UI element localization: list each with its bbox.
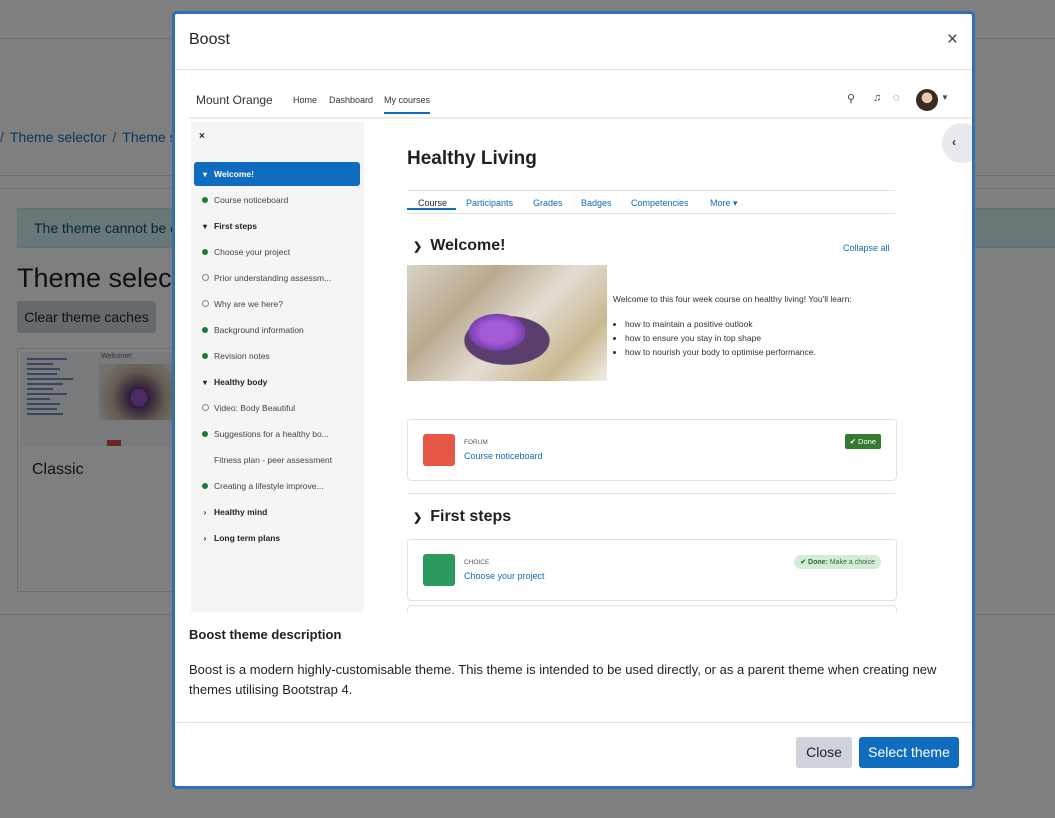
activity-type: FORUM <box>464 439 488 446</box>
course-index-item: Video: Body Beautiful <box>194 396 360 420</box>
course-index-label: Why are we here? <box>214 299 283 309</box>
course-index-item: Choose your project <box>194 240 360 264</box>
tab-more: More ▾ <box>710 198 738 208</box>
modal-header: Boost × <box>175 14 972 70</box>
tab-badges: Badges <box>581 198 612 208</box>
course-index-item: ▾ Welcome! <box>194 162 360 186</box>
complete-dot-icon <box>200 189 210 213</box>
description-title: Boost theme description <box>189 627 342 642</box>
section-heading: ❯ First steps <box>413 508 512 525</box>
course-index-label: Prior understanding assessm... <box>214 273 332 283</box>
list-item: how to maintain a positive outlook <box>625 317 816 331</box>
course-index-item: Course noticeboard <box>194 188 360 212</box>
activity-name: Course noticeboard <box>464 451 543 461</box>
course-index-item: Suggestions for a healthy bo... <box>194 422 360 446</box>
chevron-down-icon: ❯ <box>413 241 423 253</box>
complete-dot-icon <box>200 319 210 343</box>
theme-preview-image: Mount Orange Home Dashboard My courses ⚲… <box>189 84 972 612</box>
incomplete-circle-icon <box>200 267 210 291</box>
chevron-right-icon: › <box>203 534 207 543</box>
course-tabs: Course Participants Grades Badges Compet… <box>407 190 895 214</box>
chevron-down-icon: ▾ <box>202 222 207 231</box>
preview-course-index: × ▾ Welcome! Course noticeboard ▾ First step… <box>191 122 364 612</box>
incomplete-circle-icon <box>200 397 210 421</box>
course-index-label: Background information <box>214 325 304 335</box>
chevron-down-icon: ▼ <box>941 93 949 102</box>
chevron-down-icon: ▾ <box>202 378 207 387</box>
chevron-right-icon: › <box>203 508 207 517</box>
collapse-all-link: Collapse all <box>843 243 890 253</box>
close-button[interactable]: Close <box>796 737 852 768</box>
course-index-label: Video: Body Beautiful <box>214 403 296 413</box>
course-index-label: Healthy body <box>214 377 268 387</box>
theme-preview-modal: Boost × Mount Orange Home Dashboard My c… <box>172 11 975 789</box>
description-text: Boost is a modern highly-customisable th… <box>189 662 937 697</box>
course-index-label: Choose your project <box>214 247 291 257</box>
complete-dot-icon <box>200 475 210 499</box>
activity-card <box>407 605 897 612</box>
course-index-item: Revision notes <box>194 344 360 368</box>
chevron-down-icon: ▾ <box>202 170 207 179</box>
activity-card: CHOICE Choose your project ✔ Done: Make … <box>407 539 897 601</box>
course-index-label: Healthy mind <box>214 507 268 517</box>
course-index-label: Course noticeboard <box>214 195 289 205</box>
preview-course-content: Healthy Living Course Participants Grade… <box>407 84 907 612</box>
learning-list: how to maintain a positive outlook how t… <box>613 317 816 359</box>
preview-brand: Mount Orange <box>196 93 273 107</box>
avatar <box>916 89 938 111</box>
list-item: how to nourish your body to optimise per… <box>625 345 816 359</box>
modal-title: Boost <box>189 31 230 48</box>
course-index-label: Suggestions for a healthy bo... <box>214 429 329 439</box>
incomplete-circle-icon <box>200 293 210 317</box>
list-item: how to ensure you stay in top shape <box>625 331 816 345</box>
activity-card: FORUM Course noticeboard ✔ Done <box>407 419 897 481</box>
drawer-toggle-icon: ‹ <box>942 123 972 163</box>
flower-image <box>407 265 607 381</box>
course-index-item: Background information <box>194 318 360 342</box>
activity-type: CHOICE <box>464 559 490 566</box>
chevron-down-icon: ❯ <box>413 512 423 524</box>
course-index-label: Fitness plan - peer assessment <box>214 455 333 465</box>
complete-dot-icon <box>200 345 210 369</box>
tab-competencies: Competencies <box>631 198 689 208</box>
course-index-label: Revision notes <box>214 351 270 361</box>
course-index-label: First steps <box>214 221 257 231</box>
tab-grades: Grades <box>533 198 563 208</box>
course-index-label: Welcome! <box>214 169 254 179</box>
course-index-label: Creating a lifestyle improve... <box>214 481 324 491</box>
course-index-item: › Long term plans <box>194 526 360 550</box>
completion-badge: ✔ Done <box>844 434 881 449</box>
complete-dot-icon <box>200 423 210 447</box>
close-icon: × <box>199 131 205 142</box>
choice-icon <box>423 554 455 586</box>
course-index-item: › Healthy mind <box>194 500 360 524</box>
tab-course: Course <box>418 198 448 208</box>
course-index-item: ▾ First steps <box>194 214 360 238</box>
course-index-item: Prior understanding assessm... <box>194 266 360 290</box>
course-title: Healthy Living <box>407 148 537 169</box>
complete-dot-icon <box>200 241 210 265</box>
completion-badge: ✔ Done: Make a choice <box>794 555 881 569</box>
modal-footer: Close Select theme <box>175 722 972 786</box>
select-theme-button[interactable]: Select theme <box>859 737 959 768</box>
course-index-label: Long term plans <box>214 533 281 543</box>
forum-icon <box>423 434 455 466</box>
section-heading: ❯ Welcome! <box>413 237 506 254</box>
close-icon[interactable]: × <box>947 30 958 49</box>
course-index-item: Why are we here? <box>194 292 360 316</box>
course-index-item: ▾ Healthy body <box>194 370 360 394</box>
preview-nav-home: Home <box>293 95 318 105</box>
tab-participants: Participants <box>466 198 514 208</box>
tab-indicator <box>407 208 456 210</box>
course-index-item: Creating a lifestyle improve... <box>194 474 360 498</box>
course-index-item: Fitness plan - peer assessment <box>194 448 360 472</box>
preview-nav-dashboard: Dashboard <box>329 95 374 105</box>
welcome-text: Welcome to this four week course on heal… <box>613 294 852 304</box>
activity-name: Choose your project <box>464 571 545 581</box>
